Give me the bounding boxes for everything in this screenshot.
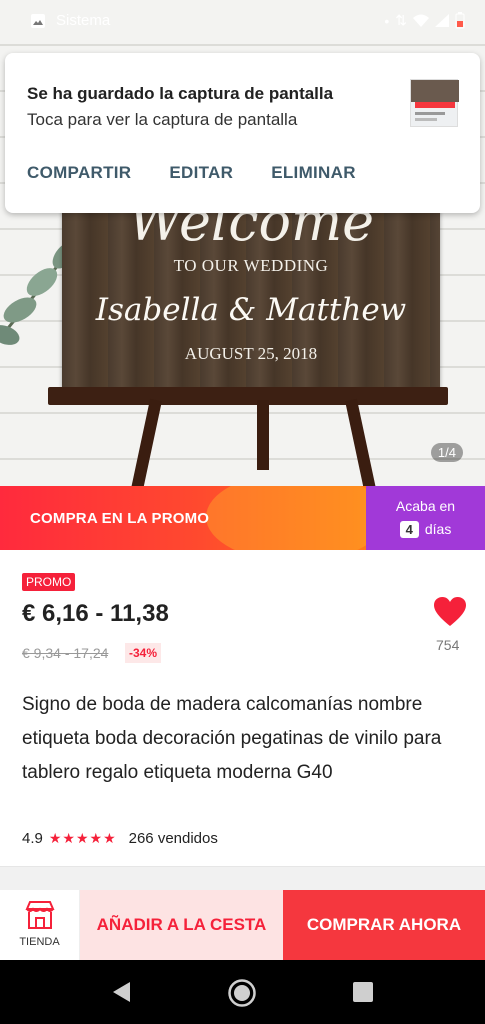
original-price: € 9,34 - 17,24 — [22, 645, 109, 661]
promo-ends-label: Acaba en — [395, 498, 456, 514]
promo-badge: PROMO — [22, 573, 76, 591]
screenshot-notification[interactable]: Se ha guardado la captura de pantalla To… — [5, 53, 480, 213]
sign-date-text: AUGUST 25, 2018 — [184, 344, 318, 363]
rating-row[interactable]: 4.9 ★★★★★ 266 vendidos — [22, 830, 218, 847]
navigation-bar — [0, 960, 485, 1024]
image-counter: 1/4 — [430, 443, 463, 462]
buy-now-button[interactable]: COMPRAR AHORA — [283, 890, 485, 960]
promo-label-area: COMPRA EN LA PROMO — [0, 486, 366, 550]
promo-decoration — [206, 486, 366, 550]
easel-leg — [345, 398, 376, 486]
screenshot-thumbnail[interactable] — [410, 79, 459, 127]
store-label: TIENDA — [19, 936, 60, 948]
back-icon[interactable] — [110, 980, 132, 1004]
delete-button[interactable]: ELIMINAR — [271, 163, 356, 183]
sign-subtitle-text: TO OUR WEDDING — [173, 256, 329, 275]
data-arrows-icon: ⇅ — [395, 12, 407, 28]
status-bar: Sistema • ⇅ — [0, 0, 485, 42]
rating-value: 4.9 — [22, 830, 43, 847]
notification-subtitle: Toca para ver la captura de pantalla — [27, 110, 298, 129]
action-bar: TIENDA AÑADIR A LA CESTA COMPRAR AHORA — [0, 890, 485, 960]
recent-apps-icon[interactable] — [353, 982, 373, 1002]
easel-leg — [257, 400, 269, 470]
battery-icon — [455, 12, 465, 29]
thumbnail-image — [411, 80, 459, 121]
wishlist-heart-icon[interactable] — [433, 596, 467, 628]
notification-title: Se ha guardado la captura de pantalla — [27, 84, 334, 103]
easel-ledge — [48, 387, 448, 405]
promo-label: COMPRA EN LA PROMO — [30, 510, 210, 527]
signal-icon — [435, 14, 449, 27]
share-button[interactable]: COMPARTIR — [27, 163, 131, 183]
wifi-icon — [413, 14, 429, 27]
promo-days: 4 días — [366, 521, 485, 538]
easel-leg — [131, 398, 162, 486]
promo-countdown: Acaba en 4 días — [366, 486, 485, 550]
home-icon[interactable] — [227, 978, 257, 1008]
sold-count: 266 vendidos — [128, 830, 218, 847]
store-icon — [25, 901, 55, 929]
promo-days-number: 4 — [399, 521, 419, 538]
edit-button[interactable]: EDITAR — [169, 163, 233, 183]
sign-names-text: Isabella & Matthew — [95, 292, 407, 328]
section-divider — [0, 866, 485, 892]
status-title: Sistema — [56, 12, 111, 29]
rating-stars-icon: ★★★★★ — [48, 830, 117, 846]
wishlist-count: 754 — [436, 637, 460, 653]
promo-days-label: días — [424, 521, 452, 537]
add-to-cart-button[interactable]: AÑADIR A LA CESTA — [80, 890, 283, 960]
discount-badge: -34% — [125, 643, 162, 663]
dot-icon: • — [384, 12, 390, 29]
image-icon — [31, 14, 45, 28]
promo-banner[interactable]: COMPRA EN LA PROMO Acaba en 4 días — [0, 486, 485, 550]
product-title: Signo de boda de madera calcomanías nomb… — [22, 694, 442, 783]
product-price: € 6,16 - 11,38 — [22, 600, 169, 627]
notification-actions: COMPARTIR EDITAR ELIMINAR — [27, 163, 356, 183]
status-icons: • ⇅ — [384, 12, 465, 29]
store-button[interactable]: TIENDA — [0, 890, 80, 960]
